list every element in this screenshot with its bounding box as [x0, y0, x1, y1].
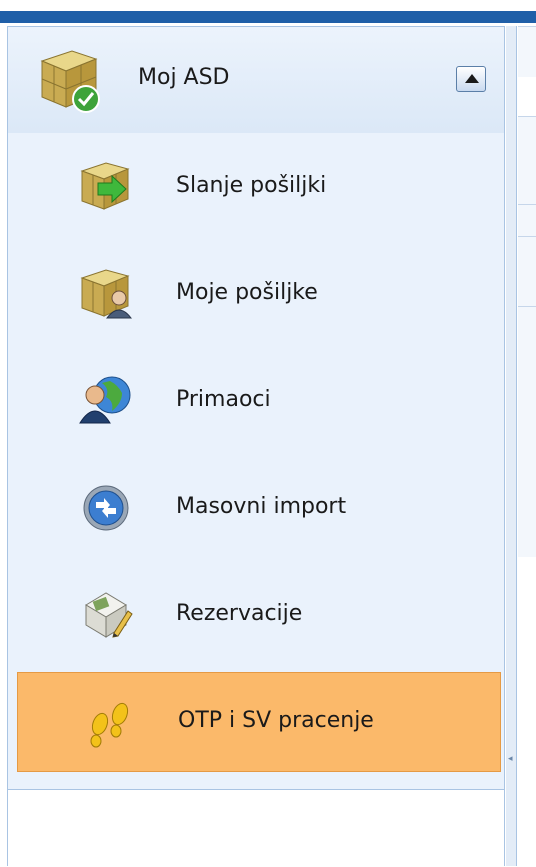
content-row [518, 204, 536, 237]
collapse-left-icon[interactable]: ◂ [508, 754, 513, 764]
menu-item-label: Moje pošiljke [176, 280, 318, 305]
import-circle-icon [78, 478, 134, 534]
menu-item-masovni-import[interactable]: Masovni import [8, 454, 504, 561]
content-row [518, 26, 536, 77]
boxes-check-icon [38, 47, 102, 113]
splitter-bar[interactable]: ◂ [506, 26, 517, 866]
footprints-icon [82, 694, 138, 750]
chevron-up-icon [465, 74, 479, 83]
content-row [518, 306, 536, 557]
group-header-moj-asd[interactable]: Moj ASD [8, 26, 504, 134]
content-row [518, 236, 536, 307]
navigation-panel: Moj ASD Slanje pošiljki Moje pošiljke Pr… [7, 26, 505, 867]
menu-item-moje-posiljke[interactable]: Moje pošiljke [8, 240, 504, 347]
panel-footer [8, 789, 504, 867]
boxes-send-icon [78, 157, 134, 213]
user-globe-icon [78, 371, 134, 427]
content-row [518, 116, 536, 205]
menu-item-primaoci[interactable]: Primaoci [8, 347, 504, 454]
menu-item-label: Masovni import [176, 494, 347, 519]
collapse-button[interactable] [456, 66, 486, 92]
boxes-user-icon [78, 264, 134, 320]
menu-item-label: OTP i SV pracenje [178, 708, 374, 733]
menu-item-slanje-posiljki[interactable]: Slanje pošiljki [8, 133, 504, 240]
content-pane-edge: ◂ [506, 26, 536, 866]
menu-item-otp-sv-pracenje[interactable]: OTP i SV pracenje [17, 672, 501, 772]
reservation-edit-icon [78, 585, 134, 641]
group-title: Moj ASD [138, 65, 230, 90]
window-topbar [0, 0, 536, 26]
topbar-stripe [0, 11, 536, 23]
menu-item-label: Slanje pošiljki [176, 173, 327, 198]
menu-item-label: Rezervacije [176, 601, 303, 626]
menu-item-rezervacije[interactable]: Rezervacije [8, 561, 504, 668]
menu-item-label: Primaoci [176, 387, 271, 412]
menu-list: Slanje pošiljki Moje pošiljke Primaoci M… [8, 133, 504, 789]
